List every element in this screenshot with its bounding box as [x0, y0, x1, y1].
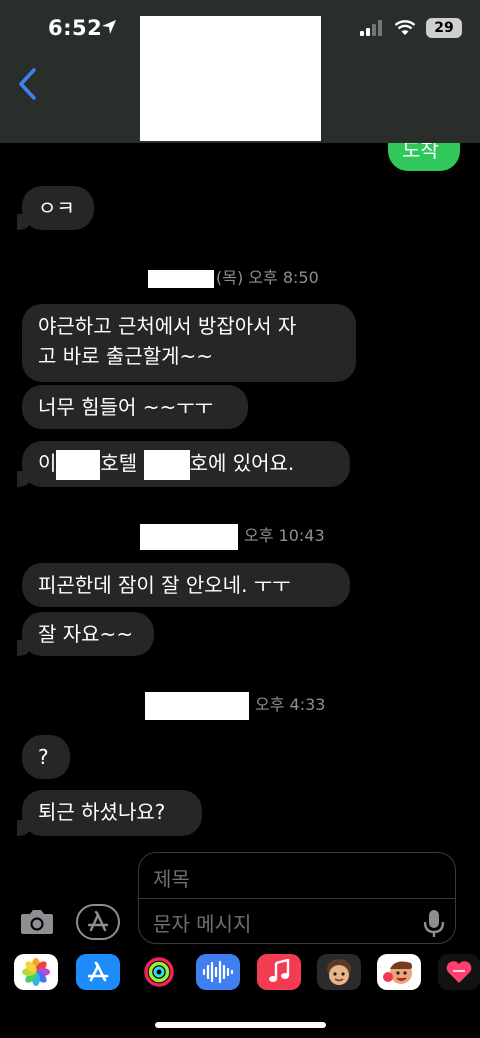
bubble-tail	[17, 820, 33, 836]
redacted-date	[140, 523, 238, 550]
digital-touch-icon[interactable]	[438, 954, 480, 990]
home-indicator[interactable]	[155, 1022, 326, 1028]
redacted-room-number	[143, 449, 190, 480]
incoming-message[interactable]: ?	[22, 735, 70, 779]
app-drawer	[0, 950, 480, 1000]
incoming-message[interactable]: 퇴근 하셨나요?	[17, 790, 202, 836]
app-store-button-icon[interactable]	[76, 904, 120, 940]
battery-indicator: 29	[426, 18, 462, 38]
conversation-header: 6:52 29	[0, 0, 480, 143]
message-timestamp: (목) 오후 8:50	[148, 264, 319, 288]
memoji-stickers-icon[interactable]	[377, 954, 421, 990]
incoming-message[interactable]: 이 호텔 호에 있어요.	[17, 441, 350, 487]
wifi-icon	[394, 20, 416, 35]
status-indicators: 29	[360, 18, 462, 38]
message-thread[interactable]: 도착 ㅇㅋ (목) 오후 8:50 야근하고 근처에서 방잡아서 자 고 바로 …	[0, 143, 480, 848]
bubble-tail	[17, 471, 33, 487]
incoming-message[interactable]: 야근하고 근처에서 방잡아서 자 고 바로 출근할게~~	[22, 304, 356, 382]
message-field[interactable]: 문자 메시지	[153, 908, 251, 937]
compose-box[interactable]: 제목 문자 메시지	[138, 852, 456, 944]
location-arrow-icon	[102, 20, 116, 34]
incoming-message[interactable]: 너무 힘들어 ~~ㅜㅜ	[22, 385, 248, 429]
redacted-hotel-name	[56, 449, 101, 480]
compose-divider	[139, 898, 455, 899]
status-time: 6:52	[48, 16, 103, 40]
bubble-tail	[17, 214, 33, 230]
incoming-message[interactable]: 피곤한데 잠이 잘 안오네. ㅜㅜ	[22, 563, 350, 607]
memoji-icon[interactable]	[317, 954, 361, 990]
music-icon[interactable]	[257, 954, 301, 990]
microphone-icon[interactable]	[423, 909, 445, 939]
photos-icon[interactable]	[14, 954, 58, 990]
redacted-date	[145, 691, 249, 720]
bubble-tail	[17, 640, 33, 656]
incoming-message[interactable]: ㅇㅋ	[17, 186, 94, 230]
message-timestamp: 오후 10:43	[140, 522, 325, 550]
fitness-icon[interactable]	[137, 954, 181, 990]
redacted-date	[148, 269, 214, 288]
message-timestamp: 오후 4:33	[145, 691, 325, 720]
incoming-message[interactable]: 잘 자요~~	[17, 612, 154, 656]
cellular-signal-icon	[360, 20, 382, 36]
audio-icon[interactable]	[196, 954, 240, 990]
outgoing-message[interactable]: 도착	[388, 143, 460, 171]
camera-icon[interactable]	[20, 908, 54, 936]
app-store-icon[interactable]	[76, 954, 120, 990]
subject-field[interactable]: 제목	[153, 863, 190, 892]
back-chevron-icon[interactable]	[16, 66, 40, 102]
contact-info-redacted[interactable]	[140, 16, 321, 141]
